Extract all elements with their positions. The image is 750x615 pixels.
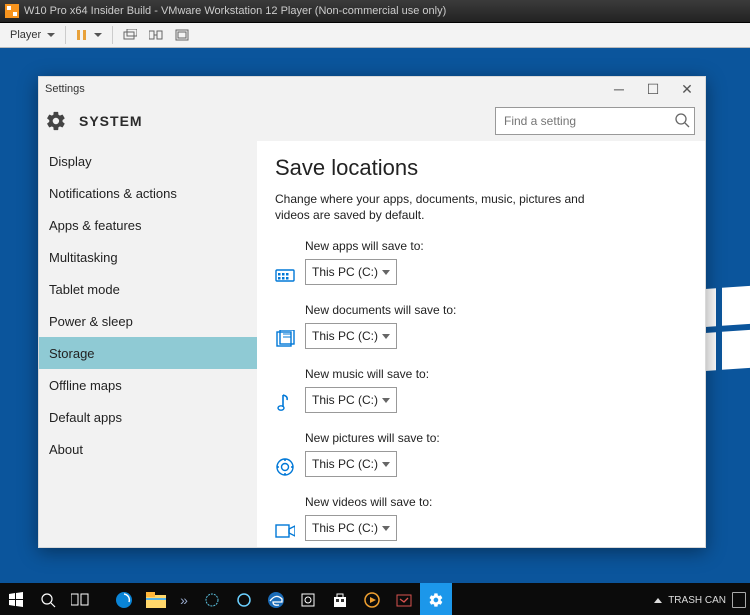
system-tray[interactable]: TRASH CAN: [654, 592, 750, 608]
docs-icon: [275, 329, 295, 349]
settings-header-text: SYSTEM: [79, 113, 143, 129]
start-button[interactable]: [0, 583, 32, 615]
settings-taskbar-button[interactable]: [420, 583, 452, 615]
save-location-row: New pictures will save to: This PC (C:): [275, 431, 687, 477]
windows-taskbar: » TRASH CAN: [0, 583, 750, 615]
save-location-label: New documents will save to:: [305, 303, 456, 317]
chevron-down-icon: [382, 462, 390, 467]
taskbar-app-1[interactable]: [108, 583, 140, 615]
dropdown-value: This PC (C:): [312, 265, 378, 279]
taskbar-app-5[interactable]: [356, 583, 388, 615]
sidebar-item-tablet-mode[interactable]: Tablet mode: [39, 273, 257, 305]
sidebar-item-multitasking[interactable]: Multitasking: [39, 241, 257, 273]
chevron-down-icon: [382, 398, 390, 403]
save-location-dropdown[interactable]: This PC (C:): [305, 515, 397, 541]
store-button[interactable]: [324, 583, 356, 615]
apps-icon: [275, 265, 295, 285]
task-view-button[interactable]: [64, 583, 96, 615]
minimize-button[interactable]: ─: [607, 81, 631, 98]
pictures-icon: [275, 457, 295, 477]
dropdown-value: This PC (C:): [312, 521, 378, 535]
pause-button[interactable]: [70, 24, 108, 46]
fullscreen-button[interactable]: [169, 24, 195, 46]
taskbar-app-6[interactable]: [388, 583, 420, 615]
player-menu-label: Player: [10, 29, 41, 41]
save-location-dropdown[interactable]: This PC (C:): [305, 323, 397, 349]
vmware-icon: [4, 3, 20, 19]
gear-icon: [45, 110, 67, 132]
save-location-dropdown[interactable]: This PC (C:): [305, 259, 397, 285]
taskbar-chevron[interactable]: »: [172, 583, 196, 615]
sidebar-item-notifications-actions[interactable]: Notifications & actions: [39, 177, 257, 209]
dropdown-value: This PC (C:): [312, 329, 378, 343]
sidebar-item-power-sleep[interactable]: Power & sleep: [39, 305, 257, 337]
search-button[interactable]: [32, 583, 64, 615]
save-location-dropdown[interactable]: This PC (C:): [305, 387, 397, 413]
settings-search[interactable]: [495, 107, 695, 135]
video-icon: [275, 521, 295, 541]
sidebar-item-apps-features[interactable]: Apps & features: [39, 209, 257, 241]
save-location-label: New videos will save to:: [305, 495, 432, 509]
save-location-label: New music will save to:: [305, 367, 429, 381]
taskbar-app-4[interactable]: [292, 583, 324, 615]
unity-button[interactable]: [143, 24, 169, 46]
settings-title-text: Settings: [45, 83, 85, 95]
toolbar-separator: [112, 26, 113, 44]
sidebar-item-offline-maps[interactable]: Offline maps: [39, 369, 257, 401]
page-subtitle: Change where your apps, documents, music…: [275, 191, 595, 223]
page-heading: Save locations: [275, 155, 687, 181]
sidebar-item-about[interactable]: About: [39, 433, 257, 465]
chevron-down-icon: [382, 270, 390, 275]
settings-header: SYSTEM: [39, 101, 705, 141]
dropdown-value: This PC (C:): [312, 457, 378, 471]
chevron-down-icon: [94, 33, 102, 37]
dropdown-value: This PC (C:): [312, 393, 378, 407]
player-menu-button[interactable]: Player: [4, 24, 61, 46]
maximize-button[interactable]: ☐: [641, 81, 665, 98]
tray-label: TRASH CAN: [668, 595, 726, 606]
action-center-icon[interactable]: [732, 592, 746, 608]
chevron-down-icon: [47, 33, 55, 37]
chevron-down-icon: [382, 526, 390, 531]
taskbar-app-cortana[interactable]: [228, 583, 260, 615]
sidebar-item-default-apps[interactable]: Default apps: [39, 401, 257, 433]
edge-button[interactable]: [260, 583, 292, 615]
search-icon: [674, 112, 690, 131]
vmware-toolbar: Player: [0, 23, 750, 48]
vmware-title-text: W10 Pro x64 Insider Build - VMware Works…: [24, 5, 446, 17]
vmware-titlebar: W10 Pro x64 Insider Build - VMware Works…: [0, 0, 750, 23]
toolbar-separator: [65, 26, 66, 44]
sidebar-item-display[interactable]: Display: [39, 145, 257, 177]
save-location-row: New videos will save to: This PC (C:): [275, 495, 687, 541]
guest-desktop: Settings ─ ☐ ✕ SYSTEM DisplayNoti: [0, 48, 750, 615]
save-location-label: New apps will save to:: [305, 239, 424, 253]
settings-titlebar[interactable]: Settings ─ ☐ ✕: [39, 77, 705, 101]
send-ctrl-alt-del-button[interactable]: [117, 24, 143, 46]
settings-content: Save locations Change where your apps, d…: [257, 141, 705, 547]
save-location-row: New music will save to: This PC (C:): [275, 367, 687, 413]
close-button[interactable]: ✕: [675, 81, 699, 98]
music-icon: [275, 393, 295, 413]
save-location-row: New apps will save to: This PC (C:): [275, 239, 687, 285]
search-input[interactable]: [496, 108, 694, 134]
save-location-dropdown[interactable]: This PC (C:): [305, 451, 397, 477]
settings-sidebar: DisplayNotifications & actionsApps & fea…: [39, 141, 257, 547]
sidebar-item-storage[interactable]: Storage: [39, 337, 257, 369]
save-location-row: New documents will save to: This PC (C:): [275, 303, 687, 349]
chevron-down-icon: [382, 334, 390, 339]
save-location-label: New pictures will save to:: [305, 431, 440, 445]
taskbar-app-3[interactable]: [196, 583, 228, 615]
tray-overflow-icon[interactable]: [654, 598, 662, 603]
file-explorer-button[interactable]: [140, 583, 172, 615]
settings-window: Settings ─ ☐ ✕ SYSTEM DisplayNoti: [38, 76, 706, 548]
